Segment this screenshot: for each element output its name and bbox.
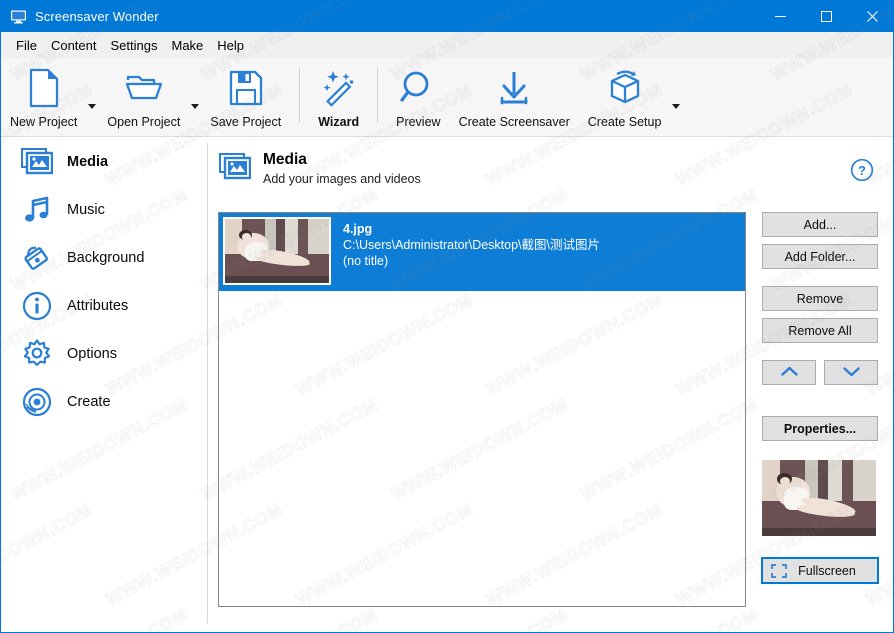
list-item-filename: 4.jpg [343, 222, 373, 236]
sidebar-divider [207, 143, 208, 623]
media-image-icon [219, 153, 252, 186]
toolbar-wizard[interactable]: Wizard [309, 58, 368, 135]
remove-button[interactable]: Remove [762, 286, 878, 311]
sidebar-item-attributes[interactable]: Attributes [2, 282, 207, 330]
disc-icon [20, 385, 54, 419]
sidebar-item-background-label: Background [67, 250, 145, 266]
fullscreen-icon [771, 563, 787, 578]
gear-icon [20, 337, 54, 371]
media-list[interactable]: 4.jpg C:\Users\Administrator\Desktop\截图\… [218, 212, 746, 607]
menu-item-settings[interactable]: Settings [104, 35, 165, 56]
toolbar-open-project[interactable]: Open Project [98, 58, 189, 135]
title-bar: Screensaver Wonder [1, 0, 893, 32]
sidebar-item-options-label: Options [67, 346, 117, 362]
watermark-text: WWW.WEIDOWN.COM [197, 604, 381, 632]
preview-thumbnail [762, 460, 876, 536]
list-item-title: (no title) [343, 254, 389, 268]
window-title: Screensaver Wonder [35, 8, 159, 24]
sidebar-item-create[interactable]: Create [2, 378, 207, 426]
menu-item-help[interactable]: Help [210, 35, 251, 56]
toolbar-new-project[interactable]: New Project [1, 58, 86, 135]
sidebar-item-media[interactable]: Media [2, 138, 207, 186]
watermark-text: WWW.WEIDOWN.COM [767, 604, 893, 632]
magic-wand-icon [319, 67, 359, 109]
toolbar-create-setup-label: Create Setup [587, 114, 662, 129]
toolbar-wizard-label: Wizard [318, 114, 360, 129]
help-circle-icon[interactable]: ? [849, 157, 875, 183]
application-window: Screensaver Wonder File Content Settings… [0, 0, 894, 633]
toolbar-create-screensaver[interactable]: Create Screensaver [450, 58, 579, 135]
content-header: Media Add your images and videos [219, 150, 421, 186]
toolbar-save-project-label: Save Project [210, 114, 282, 129]
create-setup-dropdown-caret[interactable] [670, 100, 682, 120]
list-item-path: C:\Users\Administrator\Desktop\截图\测试图片 [343, 238, 600, 252]
menu-bar: File Content Settings Make Help [1, 32, 893, 58]
info-circle-icon [20, 289, 54, 323]
watermark-text: WWW.WEIDOWN.COM [577, 604, 761, 632]
media-image-icon [20, 145, 54, 179]
move-up-button[interactable] [762, 360, 816, 385]
remove-all-button[interactable]: Remove All [762, 318, 878, 343]
svg-text:?: ? [858, 163, 866, 178]
toolbar-create-setup[interactable]: Create Setup [579, 58, 671, 135]
toolbar-open-project-label: Open Project [107, 114, 181, 129]
floppy-disk-icon [227, 67, 265, 109]
magnifier-icon [399, 67, 437, 109]
toolbar-preview-label: Preview [396, 114, 441, 129]
window-controls [757, 0, 893, 32]
sidebar-item-music[interactable]: Music [2, 186, 207, 234]
sidebar-item-media-label: Media [67, 154, 109, 170]
page-subtitle: Add your images and videos [263, 172, 421, 186]
right-button-panel: Add... Add Folder... Remove Remove All P… [761, 212, 879, 584]
toolbar-new-project-label: New Project [10, 114, 78, 129]
move-down-button[interactable] [824, 360, 878, 385]
paint-can-icon [20, 241, 54, 275]
toolbar: New Project Open Project Save Project Wi… [1, 58, 893, 137]
sidebar-item-attributes-label: Attributes [67, 298, 129, 314]
chevron-up-icon [780, 364, 798, 382]
page-title: Media [263, 151, 307, 168]
reorder-buttons [762, 360, 878, 385]
menu-item-file[interactable]: File [9, 35, 44, 56]
monitor-icon [10, 8, 27, 25]
watermark-text: WWW.WEIDOWN.COM [387, 604, 571, 632]
sidebar-item-music-label: Music [67, 202, 105, 218]
add-button[interactable]: Add... [762, 212, 878, 237]
download-arrow-icon [495, 67, 533, 109]
maximize-button[interactable] [803, 0, 849, 32]
minimize-button[interactable] [757, 0, 803, 32]
fullscreen-button[interactable]: Fullscreen [761, 557, 879, 584]
properties-button[interactable]: Properties... [762, 416, 878, 441]
sidebar-item-background[interactable]: Background [2, 234, 207, 282]
list-item[interactable]: 4.jpg C:\Users\Administrator\Desktop\截图\… [219, 213, 745, 291]
open-project-dropdown-caret[interactable] [189, 100, 201, 120]
toolbar-create-screensaver-label: Create Screensaver [458, 114, 570, 129]
photo-thumbnail [223, 217, 331, 285]
toolbar-separator-2 [377, 68, 379, 122]
new-document-icon [26, 67, 62, 109]
list-item-meta: 4.jpg C:\Users\Administrator\Desktop\截图\… [343, 217, 600, 269]
add-folder-button[interactable]: Add Folder... [762, 244, 878, 269]
sidebar-item-options[interactable]: Options [2, 330, 207, 378]
toolbar-separator-1 [299, 68, 301, 122]
toolbar-save-project[interactable]: Save Project [201, 58, 290, 135]
close-button[interactable] [849, 0, 893, 32]
toolbar-preview[interactable]: Preview [387, 58, 449, 135]
sidebar: Media Music Background Attributes Option… [2, 138, 207, 632]
menu-item-make[interactable]: Make [164, 35, 210, 56]
chevron-down-icon [842, 364, 860, 382]
package-box-icon [605, 67, 645, 109]
sidebar-item-create-label: Create [67, 394, 111, 410]
new-project-dropdown-caret[interactable] [86, 100, 98, 120]
menu-item-content[interactable]: Content [44, 35, 104, 56]
music-note-icon [20, 193, 54, 227]
open-folder-icon [124, 67, 164, 109]
fullscreen-button-label: Fullscreen [798, 563, 856, 578]
